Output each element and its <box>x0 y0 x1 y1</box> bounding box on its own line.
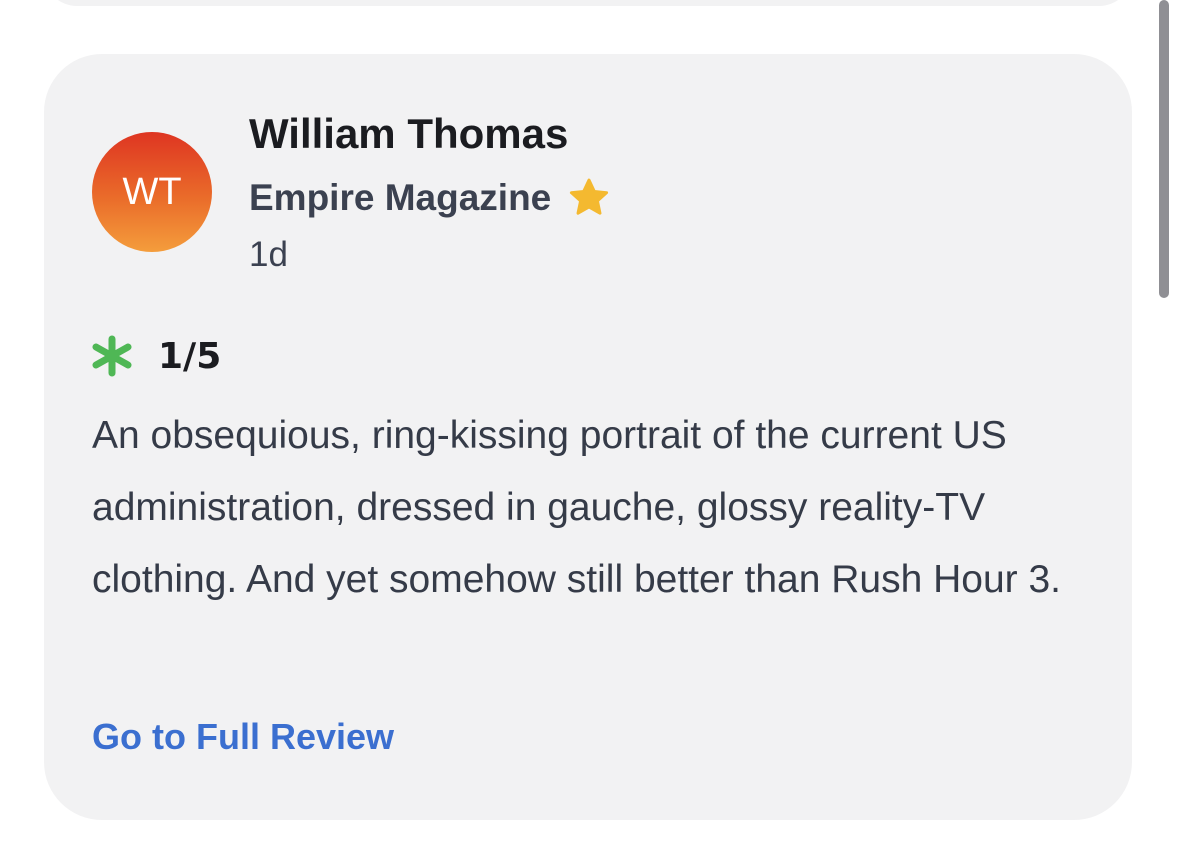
publication-row: Empire Magazine <box>249 176 611 220</box>
avatar[interactable]: WT <box>92 132 212 252</box>
review-text: An obsequious, ring-kissing portrait of … <box>92 414 1062 601</box>
reviewer-name[interactable]: William Thomas <box>249 110 568 158</box>
review-score: 1/5 <box>158 335 222 377</box>
star-icon <box>567 176 611 220</box>
publication-name[interactable]: Empire Magazine <box>249 177 551 219</box>
avatar-initials: WT <box>122 170 182 213</box>
scrollbar-thumb[interactable] <box>1159 0 1169 298</box>
review-card: WT William Thomas Empire Magazine 1d 1/5… <box>44 54 1132 820</box>
full-review-link[interactable]: Go to Full Review <box>92 716 394 758</box>
rating-row: 1/5 <box>90 334 221 378</box>
previous-review-card <box>44 0 1132 6</box>
rotten-splat-icon <box>90 334 134 378</box>
review-timestamp: 1d <box>249 235 288 274</box>
